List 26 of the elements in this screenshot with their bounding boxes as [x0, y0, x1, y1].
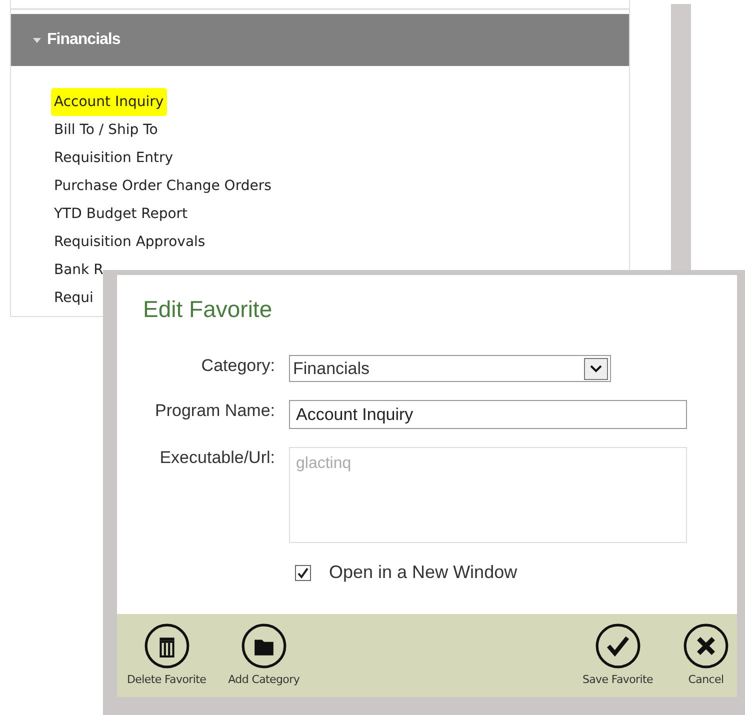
checkbox-label: Open in a New Window [329, 561, 518, 584]
category-select[interactable]: Financials [289, 355, 611, 382]
menu-link[interactable]: Account Inquiry [51, 88, 167, 116]
checkbox[interactable] [295, 564, 311, 580]
menu-link[interactable]: Bank R [51, 256, 106, 284]
folder-icon [240, 623, 287, 669]
menu-link[interactable]: Requisition Approvals [51, 228, 208, 256]
caret-icon [33, 38, 41, 42]
menu-link[interactable]: Bill To / Ship To [51, 116, 161, 144]
footer-button[interactable]: Add Category [228, 623, 300, 688]
trash-icon [144, 623, 190, 669]
section-header[interactable]: Financials [11, 14, 629, 66]
field-label: Executable/Url: [158, 447, 275, 468]
menu-link[interactable]: Purchase Order Change Orders [51, 172, 274, 200]
menu-link[interactable]: Requi [51, 284, 96, 312]
checkmark-icon [594, 623, 641, 669]
field-label: Program Name: [154, 400, 275, 421]
close-icon [683, 623, 729, 669]
menu-link[interactable]: Requisition Entry [51, 144, 176, 172]
footer-button[interactable]: Delete Favorite [127, 623, 206, 688]
dialog-title: Edit Favorite [142, 295, 274, 324]
text-field[interactable]: Account Inquiry [289, 400, 687, 429]
footer-button[interactable]: Cancel [683, 623, 729, 688]
footer-button[interactable]: Save Favorite [582, 623, 653, 688]
field-label: Category: [200, 355, 275, 376]
menu-link[interactable]: YTD Budget Report [51, 200, 191, 228]
